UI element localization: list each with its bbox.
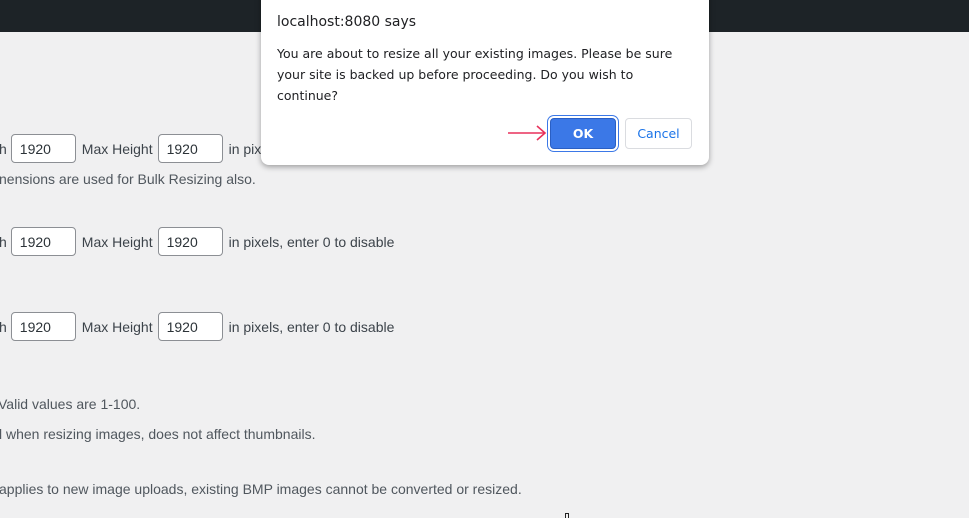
bulk-resize-note: nensions are used for Bulk Resizing also… — [0, 171, 256, 187]
ok-button[interactable]: OK — [550, 118, 616, 149]
dialog-message: You are about to resize all your existin… — [277, 46, 673, 103]
pixels-hint: in pixels, enter 0 to disable — [228, 233, 395, 250]
cancel-button[interactable]: Cancel — [625, 118, 692, 149]
max-width-label: h — [0, 233, 7, 250]
max-height-input[interactable]: 1920 — [157, 312, 223, 341]
max-width-label: h — [0, 140, 7, 157]
max-height-input[interactable]: 1920 — [157, 134, 223, 163]
alert-dialog: localhost:8080 says You are about to res… — [261, 0, 709, 165]
max-width-label: h — [0, 318, 7, 335]
editor-dimensions-row: h 1920 Max Height 1920 in pixels, enter … — [0, 227, 394, 256]
max-height-label: Max Height — [81, 233, 153, 250]
resize-note: l when resizing images, does not affect … — [0, 426, 316, 442]
max-dimensions-row: h 1920 Max Height 1920 in pix — [0, 134, 261, 163]
max-height-label: Max Height — [81, 318, 153, 335]
pixels-hint: in pix — [228, 140, 262, 157]
max-width-input[interactable]: 1920 — [10, 312, 76, 341]
bmp-note: applies to new image uploads, existing B… — [0, 481, 522, 497]
max-height-label: Max Height — [81, 140, 153, 157]
dialog-title: localhost:8080 says — [277, 14, 417, 30]
quality-note: Valid values are 1-100. — [0, 396, 141, 412]
max-height-input[interactable]: 1920 — [157, 227, 223, 256]
arrow-right-icon — [508, 125, 547, 141]
max-width-input[interactable]: 1920 — [10, 134, 76, 163]
other-dimensions-row: h 1920 Max Height 1920 in pixels, enter … — [0, 312, 394, 341]
mouse-cursor-icon — [565, 513, 569, 518]
pixels-hint: in pixels, enter 0 to disable — [228, 318, 395, 335]
max-width-input[interactable]: 1920 — [10, 227, 76, 256]
